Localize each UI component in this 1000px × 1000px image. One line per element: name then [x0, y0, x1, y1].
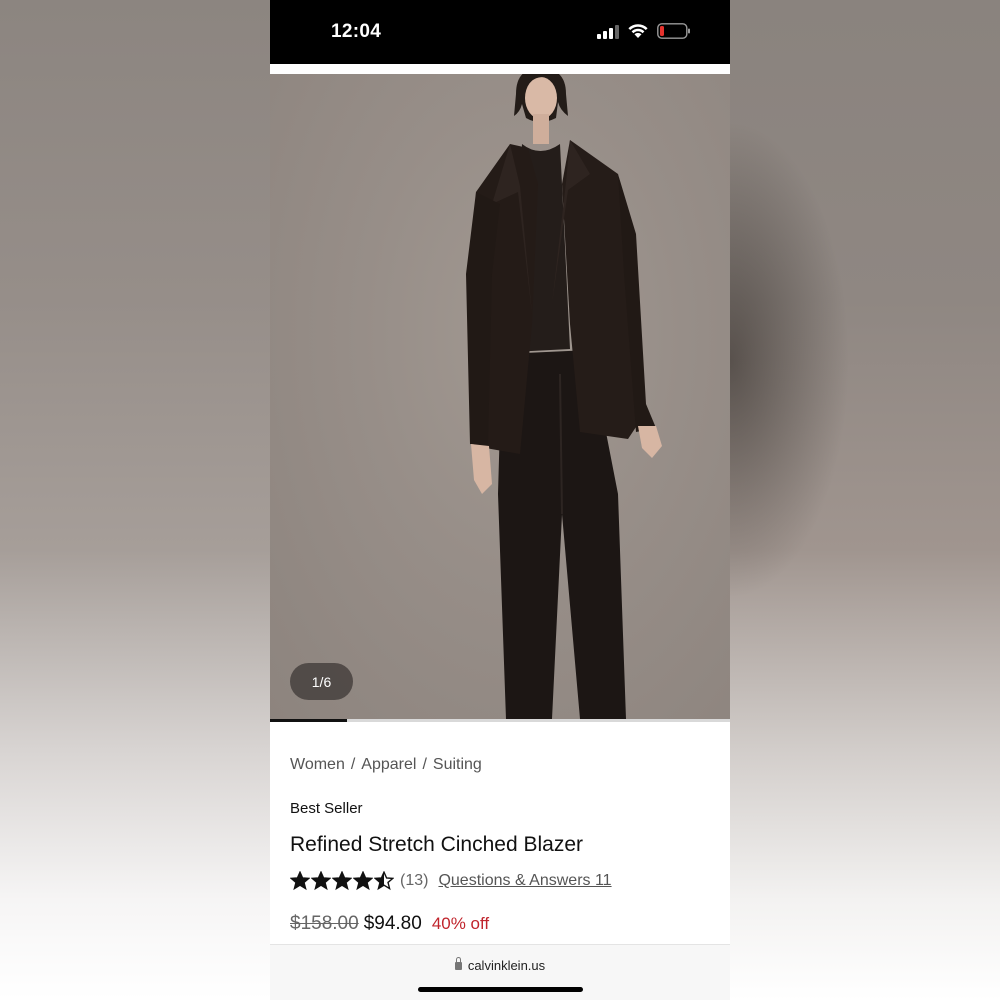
- product-title: Refined Stretch Cinched Blazer: [290, 833, 583, 856]
- breadcrumb-separator: /: [422, 756, 427, 773]
- breadcrumb-separator: /: [350, 756, 356, 773]
- url-text: calvinklein.us: [467, 958, 546, 973]
- sale-price: $94.80: [363, 913, 422, 934]
- questions-answers-link[interactable]: Questions & Answers 11: [438, 872, 611, 890]
- star-icon: [311, 871, 331, 891]
- breadcrumb: Women / Apparel / Suiting: [290, 756, 482, 774]
- star-rating[interactable]: [290, 871, 394, 891]
- status-bar: 12:04: [270, 0, 730, 64]
- wifi-icon: [628, 24, 648, 38]
- header-strip: [270, 64, 730, 74]
- signal-icon: [597, 25, 619, 39]
- browser-url-bar[interactable]: calvinklein.us: [270, 944, 730, 1000]
- home-indicator[interactable]: [418, 987, 583, 992]
- background-blur-right: [730, 0, 1000, 1000]
- price-row: $158.00 $94.80 40% off: [290, 913, 489, 935]
- battery-icon: [657, 23, 690, 39]
- original-price: $158.00: [290, 913, 359, 934]
- url-display[interactable]: calvinklein.us: [270, 957, 730, 973]
- star-icon: [290, 871, 310, 891]
- product-image[interactable]: 1/6: [270, 74, 730, 719]
- breadcrumb-apparel[interactable]: Apparel: [361, 756, 416, 773]
- star-icon: [332, 871, 352, 891]
- model-illustration: [466, 74, 662, 719]
- breadcrumb-women[interactable]: Women: [290, 756, 345, 773]
- carousel-progress-bar: [270, 719, 347, 722]
- image-counter: 1/6: [290, 663, 353, 700]
- best-seller-badge: Best Seller: [290, 800, 363, 817]
- carousel-progress-track: [270, 719, 730, 722]
- background-blur-left: [0, 0, 270, 1000]
- review-count[interactable]: (13): [400, 872, 428, 890]
- lock-icon: [454, 957, 462, 970]
- phone-screen: 12:04 1/6 Women / Apparel / Suiting Best…: [270, 0, 730, 1000]
- rating-row: (13) Questions & Answers 11: [290, 871, 612, 891]
- status-time: 12:04: [331, 21, 382, 42]
- star-icon: [374, 871, 394, 891]
- star-icon: [353, 871, 373, 891]
- discount-label: 40% off: [431, 914, 490, 933]
- breadcrumb-suiting[interactable]: Suiting: [433, 756, 482, 773]
